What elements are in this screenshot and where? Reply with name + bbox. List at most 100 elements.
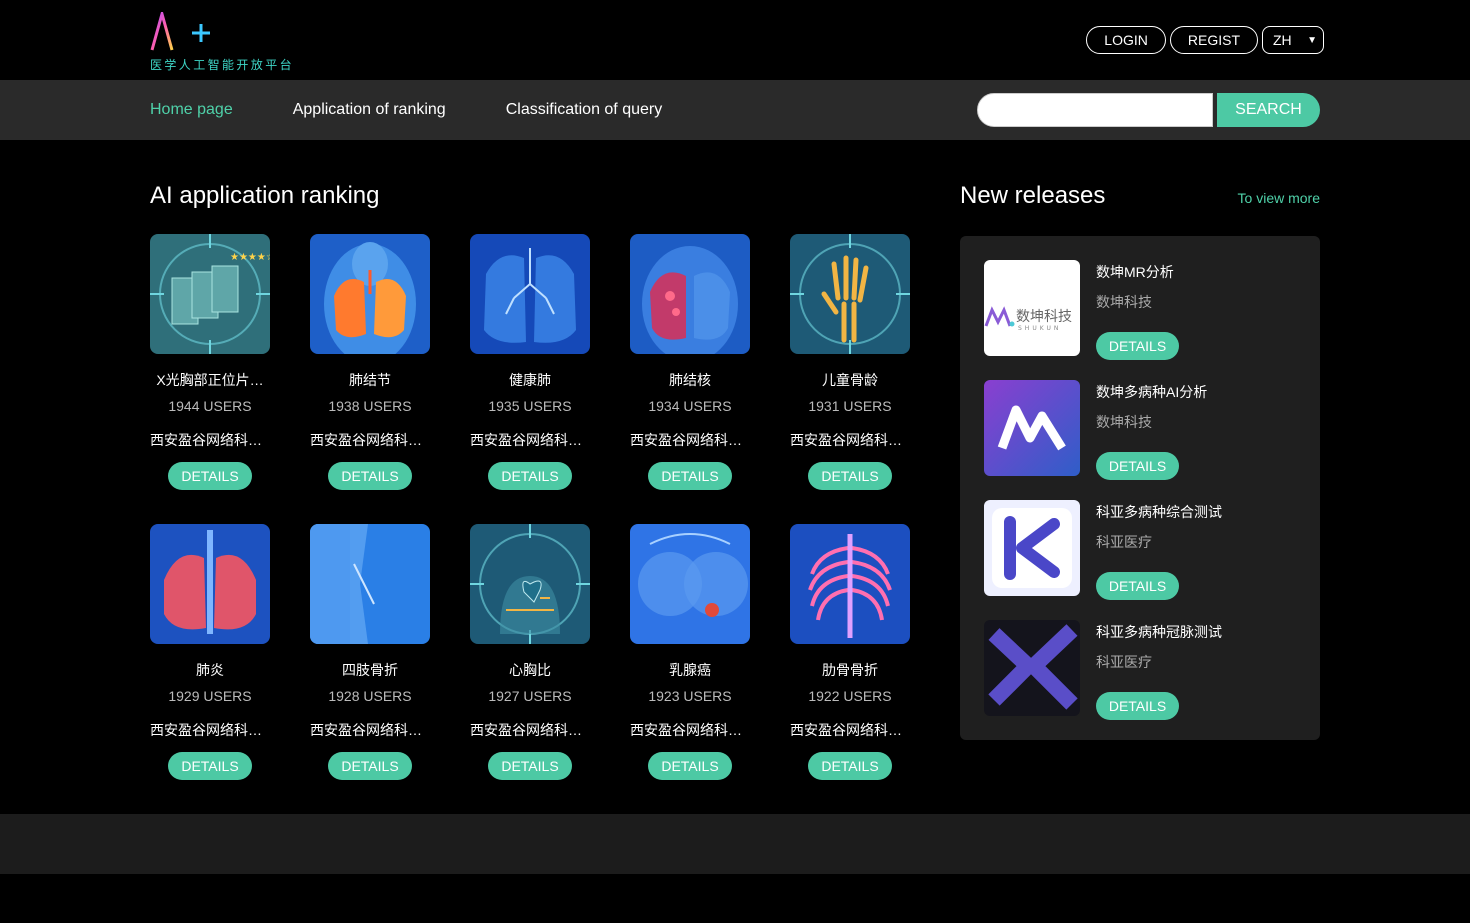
release-info: 科亚多病种综合测试 科亚医疗 DETAILS	[1096, 500, 1222, 600]
app-users: 1922 USERS	[808, 688, 892, 704]
app-users: 1929 USERS	[168, 688, 252, 704]
details-button[interactable]: DETAILS	[648, 462, 732, 490]
details-button[interactable]: DETAILS	[1096, 692, 1179, 720]
details-button[interactable]: DETAILS	[1096, 572, 1179, 600]
shukun-m-logo-icon[interactable]	[984, 380, 1080, 476]
app-card: 肺结核 1934 USERS 西安盈谷网络科… DETAILS	[630, 234, 750, 490]
app-company: 西安盈谷网络科…	[470, 432, 582, 448]
release-info: 数坤多病种AI分析 数坤科技 DETAILS	[1096, 380, 1208, 480]
app-name: 四肢骨折	[342, 662, 398, 678]
app-card: 健康肺 1935 USERS 西安盈谷网络科… DETAILS	[470, 234, 590, 490]
app-users: 1927 USERS	[488, 688, 572, 704]
app-company: 西安盈谷网络科…	[790, 722, 902, 738]
app-name: 肺结节	[349, 372, 391, 388]
details-button[interactable]: DETAILS	[648, 752, 732, 780]
app-users: 1934 USERS	[648, 398, 732, 414]
svg-text:★★★★☆: ★★★★☆	[230, 252, 270, 263]
details-button[interactable]: DETAILS	[808, 462, 892, 490]
app-name: 肺结核	[669, 372, 711, 388]
release-company: 科亚医疗	[1096, 654, 1152, 670]
limb-fracture-icon[interactable]	[310, 524, 430, 644]
app-name: 健康肺	[509, 372, 551, 388]
release-name: 数坤多病种AI分析	[1096, 384, 1208, 400]
app-name: 心胸比	[509, 662, 551, 678]
app-company: 西安盈谷网络科…	[790, 432, 902, 448]
language-select[interactable]: ZH ▼	[1262, 26, 1324, 54]
language-value: ZH	[1273, 32, 1292, 48]
app-users: 1923 USERS	[648, 688, 732, 704]
app-company: 西安盈谷网络科…	[150, 722, 262, 738]
tuberculosis-icon[interactable]	[630, 234, 750, 354]
nav-item-classification[interactable]: Classification of query	[506, 101, 663, 119]
release-info: 科亚多病种冠脉测试 科亚医疗 DETAILS	[1096, 620, 1222, 720]
app-card: 肺结节 1938 USERS 西安盈谷网络科… DETAILS	[310, 234, 430, 490]
app-company: 西安盈谷网络科…	[630, 722, 742, 738]
app-card: 乳腺癌 1923 USERS 西安盈谷网络科… DETAILS	[630, 524, 750, 780]
pneumonia-icon[interactable]	[150, 524, 270, 644]
cardiothoracic-ratio-icon[interactable]	[470, 524, 590, 644]
healthy-lung-icon[interactable]	[470, 234, 590, 354]
app-name: 肋骨骨折	[822, 662, 878, 678]
release-item: 数坤多病种AI分析 数坤科技 DETAILS	[984, 380, 1296, 480]
app-users: 1938 USERS	[328, 398, 412, 414]
xray-films-icon[interactable]: ★★★★☆	[150, 234, 270, 354]
main-nav: Home page Application of ranking Classif…	[0, 80, 1470, 140]
details-button[interactable]: DETAILS	[168, 752, 252, 780]
details-button[interactable]: DETAILS	[488, 462, 572, 490]
app-card: ★★★★☆ X光胸部正位片… 1944 USERS 西安盈谷网络科… DETAI…	[150, 234, 270, 490]
release-company: 数坤科技	[1096, 414, 1152, 430]
search-input[interactable]	[977, 93, 1213, 127]
app-card: 心胸比 1927 USERS 西安盈谷网络科… DETAILS	[470, 524, 590, 780]
ranking-section: AI application ranking ★★★★☆ X光胸部正位片… 19…	[150, 182, 910, 780]
ranking-grid: ★★★★☆ X光胸部正位片… 1944 USERS 西安盈谷网络科… DETAI…	[150, 234, 910, 780]
login-button[interactable]: LOGIN	[1086, 26, 1166, 54]
details-button[interactable]: DETAILS	[328, 752, 412, 780]
details-button[interactable]: DETAILS	[168, 462, 252, 490]
new-releases-section: New releases To view more 数坤科技 SHUKUN 数坤…	[960, 182, 1320, 740]
breast-cancer-icon[interactable]	[630, 524, 750, 644]
release-company: 数坤科技	[1096, 294, 1152, 310]
releases-title: New releases	[960, 182, 1106, 209]
details-button[interactable]: DETAILS	[1096, 332, 1179, 360]
nav-links: Home page Application of ranking Classif…	[150, 80, 662, 140]
release-item: 科亚多病种综合测试 科亚医疗 DETAILS	[984, 500, 1296, 600]
search-bar: SEARCH	[977, 93, 1320, 127]
app-card: 肋骨骨折 1922 USERS 西安盈谷网络科… DETAILS	[790, 524, 910, 780]
search-button[interactable]: SEARCH	[1217, 93, 1320, 127]
app-users: 1931 USERS	[808, 398, 892, 414]
shukun-logo-subtext: SHUKUN	[1018, 325, 1061, 332]
footer	[0, 814, 1470, 874]
release-name: 数坤MR分析	[1096, 264, 1174, 280]
logo-subtitle: 医学人工智能开放平台	[150, 58, 295, 72]
shukun-logo-icon[interactable]: 数坤科技 SHUKUN	[984, 260, 1080, 356]
details-button[interactable]: DETAILS	[328, 462, 412, 490]
app-name: 儿童骨龄	[822, 372, 878, 388]
keya-dark-logo-icon[interactable]	[984, 620, 1080, 716]
nav-item-ranking[interactable]: Application of ranking	[293, 101, 446, 119]
logo[interactable]: 医学人工智能开放平台	[150, 12, 300, 73]
app-card: 肺炎 1929 USERS 西安盈谷网络科… DETAILS	[150, 524, 270, 780]
view-more-link[interactable]: To view more	[1238, 190, 1320, 206]
app-name: 乳腺癌	[669, 662, 711, 678]
lung-nodule-icon[interactable]	[310, 234, 430, 354]
app-card: 儿童骨龄 1931 USERS 西安盈谷网络科… DETAILS	[790, 234, 910, 490]
details-button[interactable]: DETAILS	[1096, 452, 1179, 480]
details-button[interactable]: DETAILS	[488, 752, 572, 780]
chevron-down-icon: ▼	[1307, 34, 1317, 46]
shukun-logo-text: 数坤科技	[1016, 309, 1072, 325]
rib-fracture-icon[interactable]	[790, 524, 910, 644]
app-users: 1935 USERS	[488, 398, 572, 414]
register-button[interactable]: REGIST	[1169, 26, 1258, 54]
details-button[interactable]: DETAILS	[808, 752, 892, 780]
hand-bone-icon[interactable]	[790, 234, 910, 354]
release-name: 科亚多病种冠脉测试	[1096, 624, 1222, 640]
app-company: 西安盈谷网络科…	[310, 722, 422, 738]
keya-logo-icon[interactable]	[984, 500, 1080, 596]
app-company: 西安盈谷网络科…	[630, 432, 742, 448]
app-users: 1928 USERS	[328, 688, 412, 704]
app-card: 四肢骨折 1928 USERS 西安盈谷网络科… DETAILS	[310, 524, 430, 780]
app-company: 西安盈谷网络科…	[470, 722, 582, 738]
account-actions: LOGIN REGIST ZH ▼	[1086, 26, 1324, 54]
nav-item-home[interactable]: Home page	[150, 101, 233, 119]
app-name: 肺炎	[196, 662, 224, 678]
